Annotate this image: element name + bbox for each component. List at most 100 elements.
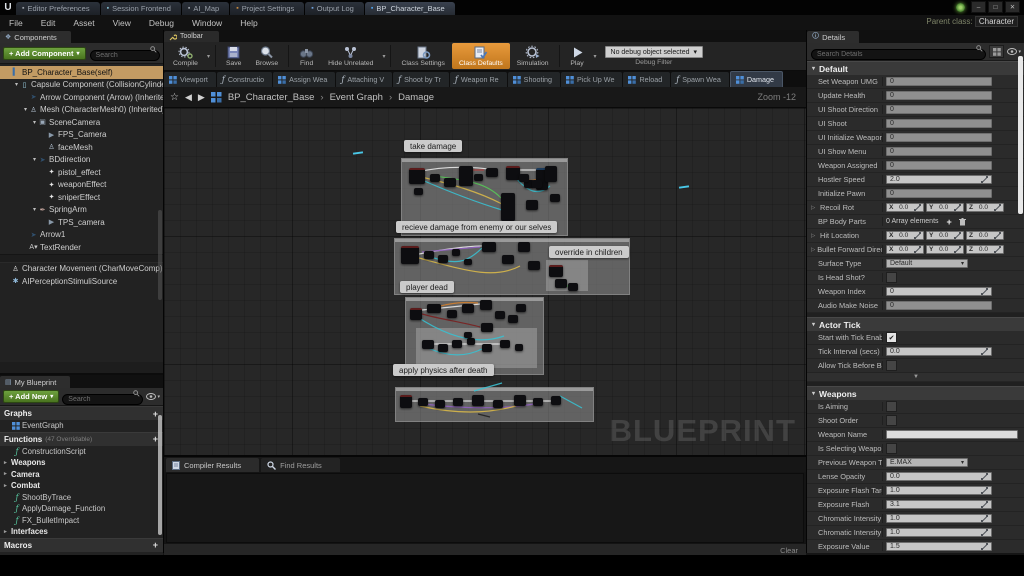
number-field[interactable]: 0.0 bbox=[886, 347, 992, 356]
scale-handle-icon[interactable] bbox=[981, 501, 988, 508]
expander-icon[interactable]: ▾ bbox=[31, 156, 38, 163]
graph-tab-spawn-wea[interactable]: ƒ Spawn Wea bbox=[671, 72, 729, 87]
chevron-down-icon[interactable]: ▾ bbox=[594, 53, 597, 60]
component-row-tps-camera[interactable]: ▶ TPS_camera bbox=[0, 216, 163, 229]
maximize-button[interactable]: □ bbox=[988, 1, 1003, 13]
text-field[interactable]: 0 bbox=[886, 91, 992, 100]
tab-details[interactable]: 🛈 Details bbox=[807, 31, 860, 43]
graph-tab-assign-wea[interactable]: Assign Wea bbox=[273, 72, 336, 87]
graph-tab-attaching-v[interactable]: ƒ Attaching V bbox=[336, 72, 393, 87]
graph-node[interactable] bbox=[438, 344, 448, 352]
scale-handle-icon[interactable] bbox=[913, 232, 921, 239]
menu-debug[interactable]: Debug bbox=[140, 18, 183, 28]
component-row-aiperceptionstimulisource[interactable]: ✱ AIPerceptionStimuliSource bbox=[0, 275, 163, 288]
window-tab-editor-preferences[interactable]: ▪ Editor Preferences bbox=[16, 2, 100, 15]
graph-node[interactable] bbox=[480, 300, 492, 310]
number-field[interactable]: 1.0 bbox=[886, 528, 992, 537]
trash-icon[interactable] bbox=[954, 217, 966, 226]
component-row-fps-camera[interactable]: ▶ FPS_Camera bbox=[0, 129, 163, 142]
component-row-springarm[interactable]: ▾ ✒ SpringArm bbox=[0, 204, 163, 217]
component-row-mesh-charactermesh0-inherited-[interactable]: ▾ ♙ Mesh (CharacterMesh0) (Inherited) bbox=[0, 104, 163, 117]
checkbox[interactable] bbox=[886, 443, 897, 454]
text-field[interactable]: 0 bbox=[886, 147, 992, 156]
scale-handle-icon[interactable] bbox=[981, 487, 988, 494]
graph-node[interactable] bbox=[516, 304, 526, 312]
expander-icon[interactable]: ▷ bbox=[811, 205, 818, 211]
expander-icon[interactable]: ▾ bbox=[22, 106, 29, 113]
dropdown-field[interactable]: Default ▾ bbox=[886, 259, 968, 268]
text-field-wide[interactable] bbox=[886, 430, 1018, 439]
graph-node[interactable] bbox=[514, 395, 526, 406]
scale-handle-icon[interactable] bbox=[981, 515, 988, 522]
graph-node[interactable] bbox=[502, 255, 514, 264]
graph-tab-viewport[interactable]: Viewport bbox=[164, 72, 216, 87]
graph-node[interactable] bbox=[500, 340, 510, 348]
breadcrumb-item-2[interactable]: Damage bbox=[398, 92, 434, 103]
graph-node[interactable] bbox=[549, 265, 563, 277]
menu-edit[interactable]: Edit bbox=[32, 18, 65, 28]
graph-tab-shoot-by-tr[interactable]: ƒ Shoot by Tr bbox=[393, 72, 449, 87]
graph-node[interactable] bbox=[444, 178, 456, 187]
details-view-options-button[interactable]: ▾ bbox=[1007, 48, 1021, 55]
simulation-button[interactable]: Simulation bbox=[510, 43, 556, 69]
x-field[interactable]: X 0.0 bbox=[886, 203, 924, 212]
z-field[interactable]: Z 0.0 bbox=[966, 245, 1004, 254]
expander-icon[interactable]: ▸ bbox=[4, 471, 11, 477]
find-button[interactable]: Find bbox=[292, 43, 321, 69]
hide-unrelated-button[interactable]: Hide Unrelated bbox=[321, 43, 380, 69]
graph-node[interactable] bbox=[526, 200, 538, 210]
view-options-button[interactable]: ▾ bbox=[146, 393, 160, 400]
blueprint-row-shootbytrace[interactable]: ƒ ShootByTrace bbox=[0, 492, 163, 504]
graph-tab-constructio[interactable]: ƒ Constructio bbox=[216, 72, 273, 87]
y-field[interactable]: Y 0.0 bbox=[926, 203, 964, 212]
expander-icon[interactable]: ▸ bbox=[4, 529, 11, 535]
browse-button[interactable]: Browse bbox=[248, 43, 285, 69]
blueprint-row-constructionscript[interactable]: ƒ ConstructionScript bbox=[0, 446, 163, 458]
window-tab-project-settings[interactable]: ▪ Project Settings bbox=[230, 2, 305, 15]
graph-node[interactable] bbox=[453, 398, 463, 406]
graph-node[interactable] bbox=[533, 398, 543, 406]
expander-icon[interactable]: ▾ bbox=[31, 119, 38, 126]
graph-node[interactable] bbox=[447, 310, 457, 318]
comment-bubble-0[interactable]: take damage bbox=[404, 140, 463, 152]
section-header-actor-tick[interactable]: ▾ Actor Tick bbox=[807, 317, 1024, 331]
scale-handle-icon[interactable] bbox=[981, 473, 988, 480]
graph-node[interactable] bbox=[493, 400, 503, 408]
number-field[interactable]: 1.0 bbox=[886, 514, 992, 523]
graph-node[interactable] bbox=[459, 166, 473, 186]
z-field[interactable]: Z 0.0 bbox=[966, 231, 1004, 240]
graph-node[interactable] bbox=[506, 166, 520, 180]
component-row-bp-character-base-self-[interactable]: ▍ BP_Character_Base(self) bbox=[0, 66, 163, 79]
component-row-textrender[interactable]: A▾ TextRender bbox=[0, 241, 163, 254]
scale-handle-icon[interactable] bbox=[993, 204, 1001, 211]
debug-object-select[interactable]: No debug object selected ▾ bbox=[604, 46, 704, 58]
add-element-icon[interactable]: + bbox=[947, 217, 952, 227]
x-field[interactable]: X 0.0 bbox=[886, 231, 924, 240]
graph-tab-reload[interactable]: Reload bbox=[623, 72, 671, 87]
graph-node[interactable] bbox=[462, 304, 474, 313]
graph-node[interactable] bbox=[472, 395, 484, 406]
play-button[interactable]: Play bbox=[563, 43, 592, 69]
breadcrumb-item-1[interactable]: Event Graph bbox=[330, 92, 383, 103]
blueprint-row-graphs[interactable]: Graphs + bbox=[0, 406, 163, 420]
bookmark-star-icon[interactable]: ☆ bbox=[170, 92, 179, 103]
expander-icon[interactable]: ▾ bbox=[31, 206, 38, 213]
component-row-character-movement-charmovecom[interactable]: ♙Character Movement (CharMoveComp) (Inhe… bbox=[0, 263, 163, 276]
details-scrollbar[interactable] bbox=[1018, 56, 1023, 214]
text-field[interactable]: 0 bbox=[886, 161, 992, 170]
text-field[interactable]: 0 bbox=[886, 133, 992, 142]
blueprint-row-functions[interactable]: Functions (47 Overridable) + bbox=[0, 431, 163, 446]
z-field[interactable]: Z 0.0 bbox=[966, 203, 1004, 212]
graph-node[interactable] bbox=[486, 168, 498, 177]
number-field[interactable]: 3.1 bbox=[886, 500, 992, 509]
graph-node[interactable] bbox=[482, 344, 492, 352]
section-header-weapons[interactable]: ▾ Weapons bbox=[807, 386, 1024, 400]
number-field[interactable]: 1.0 bbox=[886, 486, 992, 495]
component-row-snipereffect[interactable]: ✦ sniperEffect bbox=[0, 191, 163, 204]
graph-node[interactable] bbox=[427, 304, 441, 313]
minimize-button[interactable]: – bbox=[971, 1, 986, 13]
checkbox[interactable] bbox=[886, 415, 897, 426]
graph-node[interactable] bbox=[424, 251, 434, 259]
scale-handle-icon[interactable] bbox=[913, 246, 921, 253]
checkbox[interactable] bbox=[886, 272, 897, 283]
